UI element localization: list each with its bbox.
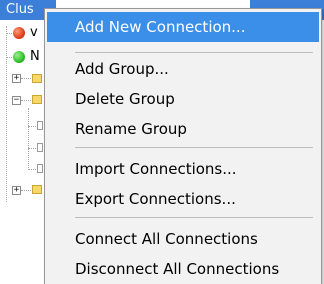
tree-connector [28, 126, 36, 127]
menu-separator [75, 217, 313, 218]
tree-connector [21, 78, 31, 79]
tree-connector [28, 148, 36, 149]
connected-status-icon[interactable] [13, 51, 25, 63]
document-icon[interactable] [37, 121, 43, 130]
tree-connector [21, 100, 31, 101]
tree-connector [21, 190, 31, 191]
disconnect-all-connections-menu-item[interactable]: Disconnect All Connections [49, 254, 317, 284]
plus-box-icon[interactable]: + [12, 186, 21, 195]
document-icon[interactable] [37, 164, 43, 173]
delete-group-menu-item[interactable]: Delete Group [49, 84, 317, 114]
tree-node-label[interactable]: v [30, 26, 38, 40]
tree-node-label[interactable]: N [30, 50, 40, 64]
disconnected-status-icon[interactable] [13, 27, 25, 39]
tree-guide-line [6, 26, 7, 202]
import-connections-menu-item[interactable]: Import Connections... [49, 154, 317, 184]
connect-all-connections-menu-item[interactable]: Connect All Connections [49, 224, 317, 254]
export-connections-menu-item[interactable]: Export Connections... [49, 184, 317, 214]
app-window: Clus v N + − + Add New Connection... Add… [0, 0, 324, 284]
menu-separator [75, 52, 313, 53]
folder-icon[interactable] [32, 95, 42, 104]
tree-connector [28, 169, 36, 170]
context-menu: Add New Connection... Add Group... Delet… [44, 8, 322, 284]
plus-box-icon[interactable]: + [12, 74, 21, 83]
tree-header-label: Clus [6, 2, 34, 17]
rename-group-menu-item[interactable]: Rename Group [49, 114, 317, 144]
tree-connector [6, 33, 12, 34]
tree-connector [6, 57, 12, 58]
minus-box-icon[interactable]: − [12, 96, 21, 105]
folder-icon[interactable] [32, 74, 42, 83]
tree-guide-line-nested [28, 108, 29, 168]
document-icon[interactable] [37, 143, 43, 152]
add-new-connection-menu-item[interactable]: Add New Connection... [47, 12, 319, 42]
menu-separator [75, 147, 313, 148]
add-group-menu-item[interactable]: Add Group... [49, 54, 317, 84]
folder-icon[interactable] [32, 185, 42, 194]
